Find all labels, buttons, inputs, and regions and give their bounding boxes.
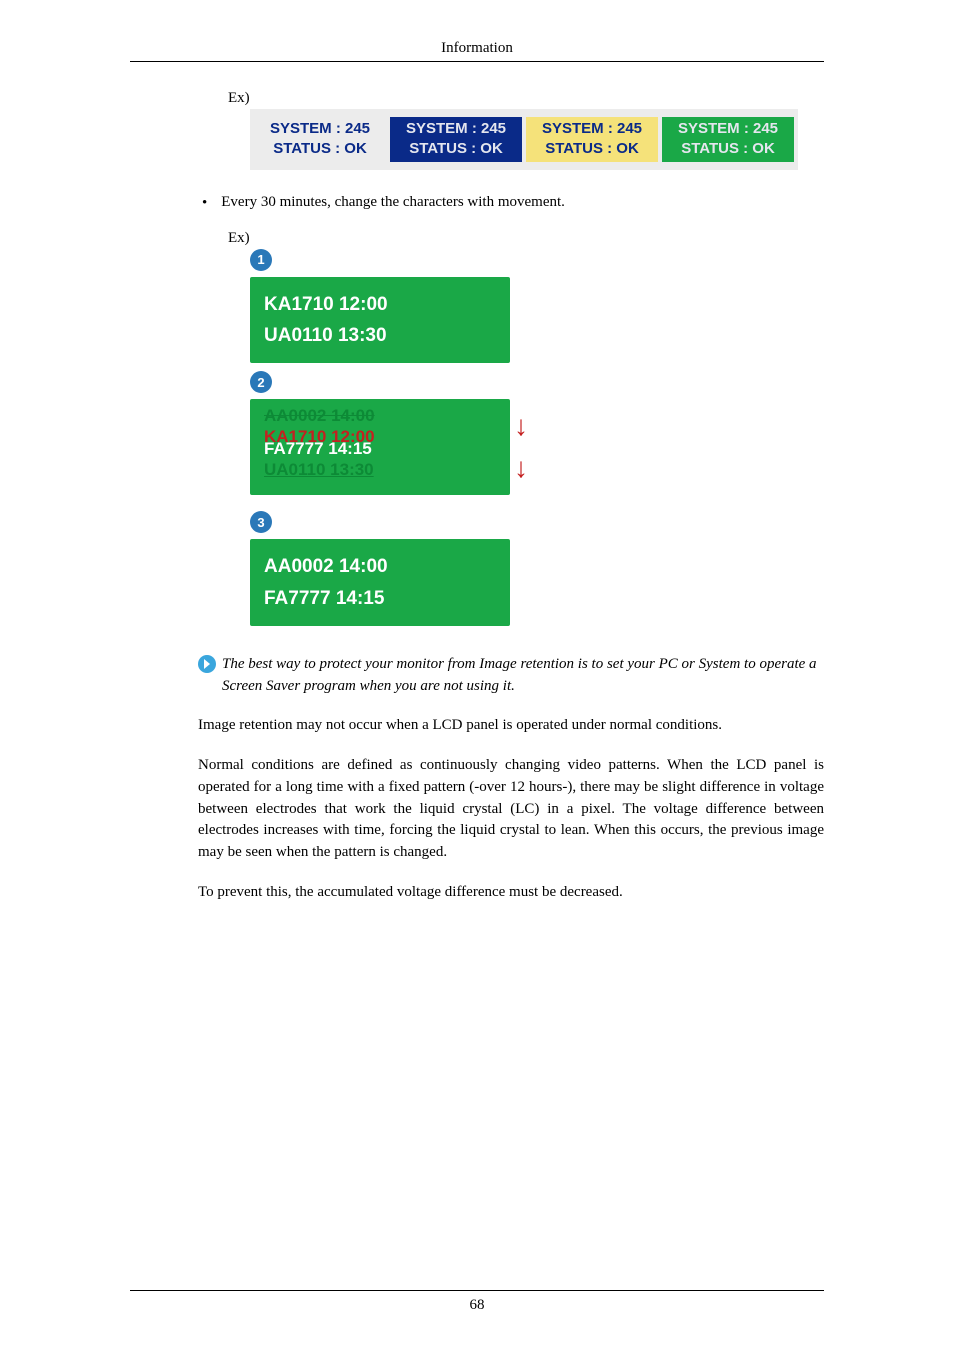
arrow-down-icon: ↓ [514,455,528,483]
paragraph: Normal conditions are defined as continu… [198,755,824,864]
sys-line2: STATUS : OK [664,139,792,159]
page-header: Information [130,40,824,57]
paragraph: Image retention may not occur when a LCD… [198,715,824,737]
schedule-line: UA0110 13:30 [264,320,496,351]
schedule-line: AA0002 14:00 [264,551,496,582]
bullet-item: • Every 30 minutes, change the character… [202,194,824,212]
sys-cell-4: SYSTEM : 245 STATUS : OK [662,117,794,162]
note-arrow-icon [198,655,216,673]
ghost-line: UA0110 13:30 [264,459,496,480]
schedule-panel-3: 3 AA0002 14:00 FA7777 14:15 [250,511,510,626]
sys-cell-3: SYSTEM : 245 STATUS : OK [526,117,658,162]
sys-cell-2: SYSTEM : 245 STATUS : OK [390,117,522,162]
page-footer: 68 [130,1290,824,1314]
schedule-panel-1: 1 KA1710 12:00 UA0110 13:30 [250,249,510,364]
schedule-line: FA7777 14:15 [264,438,496,459]
example-label-1: Ex) [228,90,824,107]
schedule-line: KA1710 12:00 [264,289,496,320]
badge-2-icon: 2 [250,371,272,393]
sys-cell-1: SYSTEM : 245 STATUS : OK [254,117,386,162]
schedule-panel-2-wrap: 2 AA0002 14:00 KA1710 12:00 FA7777 14:15… [250,371,528,495]
header-rule [130,61,824,62]
system-status-row: SYSTEM : 245 STATUS : OK SYSTEM : 245 ST… [250,109,798,170]
page: Information Ex) SYSTEM : 245 STATUS : OK… [0,0,954,1350]
paragraph: To prevent this, the accumulated voltage… [198,882,824,904]
sys-line2: STATUS : OK [392,139,520,159]
schedule-panel-2: 2 AA0002 14:00 KA1710 12:00 FA7777 14:15… [250,371,510,495]
badge-1-icon: 1 [250,249,272,271]
sys-line1: SYSTEM : 245 [664,119,792,139]
sys-line1: SYSTEM : 245 [528,119,656,139]
schedule-board-scrolling: AA0002 14:00 KA1710 12:00 FA7777 14:15 U… [250,399,510,495]
schedule-board: KA1710 12:00 UA0110 13:30 [250,277,510,364]
badge-3-icon: 3 [250,511,272,533]
schedule-board: AA0002 14:00 FA7777 14:15 [250,539,510,626]
sys-line1: SYSTEM : 245 [392,119,520,139]
sys-line2: STATUS : OK [528,139,656,159]
sys-line1: SYSTEM : 245 [256,119,384,139]
scroll-arrows: ↓ ↓ [514,399,528,495]
ghost-line: AA0002 14:00 [264,405,496,426]
sys-line2: STATUS : OK [256,139,384,159]
bullet-text: Every 30 minutes, change the characters … [221,194,565,211]
note-text: The best way to protect your monitor fro… [222,654,824,698]
note-block: The best way to protect your monitor fro… [198,654,824,698]
page-number: 68 [130,1297,824,1314]
arrow-down-icon: ↓ [514,413,528,441]
footer-rule [130,1290,824,1291]
bullet-dot-icon: • [202,194,207,212]
example-label-2: Ex) [228,230,824,247]
schedule-line: FA7777 14:15 [264,583,496,614]
schedule-example: 1 KA1710 12:00 UA0110 13:30 2 AA0002 14:… [250,249,792,626]
